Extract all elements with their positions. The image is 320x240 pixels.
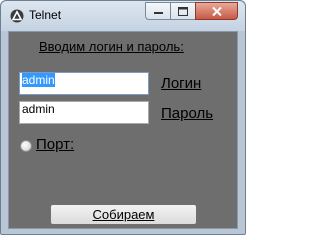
telnet-app-icon xyxy=(10,9,24,23)
title-bar[interactable]: Telnet xyxy=(1,1,245,31)
telnet-window: Telnet Вводим логин и пароль: admin Логи… xyxy=(0,0,246,235)
login-label: Логин xyxy=(161,75,202,92)
password-input[interactable]: admin xyxy=(19,101,149,124)
collect-button[interactable]: Собираем xyxy=(50,204,197,225)
password-input-value: admin xyxy=(22,102,55,116)
login-input[interactable]: admin xyxy=(19,72,149,95)
maximize-button[interactable] xyxy=(170,2,195,20)
form-panel: Вводим логин и пароль: admin Логин admin… xyxy=(8,31,238,229)
password-label: Пароль xyxy=(161,105,214,122)
maximize-icon xyxy=(178,6,188,16)
minimize-icon xyxy=(153,12,163,14)
port-radio[interactable] xyxy=(20,140,32,152)
login-input-value: admin xyxy=(22,73,55,87)
close-icon xyxy=(211,6,222,16)
caption-buttons xyxy=(145,2,238,20)
window-title: Telnet xyxy=(29,8,62,22)
minimize-button[interactable] xyxy=(145,2,170,20)
form-heading: Вводим логин и пароль: xyxy=(39,39,184,54)
port-label[interactable]: Порт: xyxy=(36,136,74,153)
close-button[interactable] xyxy=(195,2,238,20)
